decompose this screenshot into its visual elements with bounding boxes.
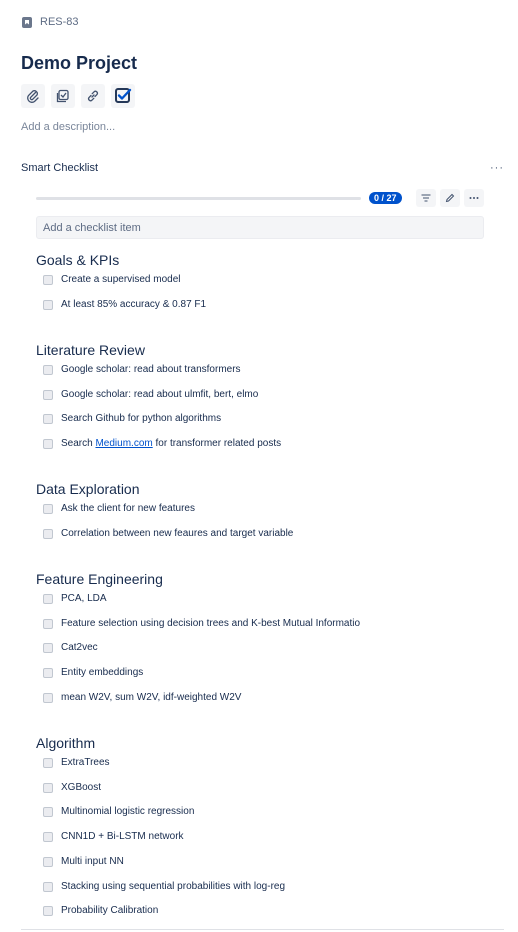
pencil-icon xyxy=(445,193,455,203)
item-label: Probability Calibration xyxy=(61,905,159,916)
item-label: Correlation between new feaures and targ… xyxy=(61,528,294,539)
checklist-section-header: Smart Checklist ··· xyxy=(21,162,504,174)
list-item: CNN1D + Bi-LSTM network xyxy=(43,831,184,842)
item-label: Feature selection using decision trees a… xyxy=(61,618,361,629)
item-label: XGBoost xyxy=(61,782,102,793)
filter-icon xyxy=(421,194,431,202)
list-item: Search Github for python algorithms xyxy=(43,413,221,424)
item-checkbox[interactable] xyxy=(43,667,53,678)
item-label: Google scholar: read about transformers xyxy=(61,364,241,375)
group-title-feature-engineering: Feature Engineering xyxy=(36,571,163,587)
attachment-icon xyxy=(27,90,39,103)
list-item: Entity embeddings xyxy=(43,667,143,678)
filter-button[interactable] xyxy=(416,189,436,207)
item-checkbox[interactable] xyxy=(43,692,53,703)
item-label: Search Medium.com for transformer relate… xyxy=(61,438,281,449)
item-label: Multi input NN xyxy=(61,856,124,867)
list-item: PCA, LDA xyxy=(43,593,107,604)
item-label: PCA, LDA xyxy=(61,593,107,604)
list-item: Multinomial logistic regression xyxy=(43,806,194,817)
item-label: mean W2V, sum W2V, idf-weighted W2V xyxy=(61,692,242,703)
list-item: Feature selection using decision trees a… xyxy=(43,618,360,629)
group-title-algorithm: Algorithm xyxy=(36,735,96,751)
item-checkbox[interactable] xyxy=(43,905,53,916)
item-checkbox[interactable] xyxy=(43,881,53,892)
item-checkbox[interactable] xyxy=(43,389,53,400)
checklist-progress-row: 0 / 27 xyxy=(36,189,486,208)
item-text-pre: Search xyxy=(61,438,96,449)
item-label: Create a supervised model xyxy=(61,274,181,285)
subtask-icon xyxy=(56,89,69,103)
item-checkbox[interactable] xyxy=(43,618,53,629)
divider xyxy=(21,929,504,930)
list-item: ExtraTrees xyxy=(43,757,110,768)
list-item: At least 85% accuracy & 0.87 F1 xyxy=(43,299,206,310)
bookmark-icon xyxy=(22,16,32,28)
group-title-literature: Literature Review xyxy=(36,342,145,358)
item-label: Entity embeddings xyxy=(61,667,144,678)
more-options-button[interactable] xyxy=(464,189,484,207)
add-subtask-button[interactable] xyxy=(51,84,75,108)
item-label: ExtraTrees xyxy=(61,757,110,768)
list-item: Search Medium.com for transformer relate… xyxy=(43,438,281,449)
item-checkbox[interactable] xyxy=(43,757,53,768)
more-horizontal-icon xyxy=(469,197,479,199)
list-item: XGBoost xyxy=(43,782,101,793)
item-checkbox[interactable] xyxy=(43,274,53,285)
group-title-data-exploration: Data Exploration xyxy=(36,481,140,497)
issue-key[interactable]: RES-83 xyxy=(22,16,79,28)
list-item: Google scholar: read about transformers xyxy=(43,364,241,375)
edit-button[interactable] xyxy=(440,189,460,207)
item-label: At least 85% accuracy & 0.87 F1 xyxy=(61,299,207,310)
item-label: Search Github for python algorithms xyxy=(61,413,222,424)
list-item: Multi input NN xyxy=(43,856,124,867)
link-icon xyxy=(87,90,99,102)
list-item: Cat2vec xyxy=(43,642,98,653)
list-item: mean W2V, sum W2V, idf-weighted W2V xyxy=(43,692,241,703)
item-checkbox[interactable] xyxy=(43,413,53,424)
add-checklist-item-input[interactable]: Add a checklist item xyxy=(36,216,484,239)
list-item: Probability Calibration xyxy=(43,905,158,916)
checklist-icon xyxy=(115,88,132,103)
group-title-goals: Goals & KPIs xyxy=(36,252,120,268)
issue-actions xyxy=(21,84,135,108)
list-item: Ask the client for new features xyxy=(43,503,195,514)
item-label: Ask the client for new features xyxy=(61,503,195,514)
item-label: Stacking using sequential probabilities … xyxy=(61,881,286,892)
smart-checklist-button[interactable] xyxy=(111,84,135,108)
list-item: Create a supervised model xyxy=(43,274,181,285)
item-label: Cat2vec xyxy=(61,642,98,653)
issue-key-label: RES-83 xyxy=(40,16,79,28)
item-checkbox[interactable] xyxy=(43,593,53,604)
item-checkbox[interactable] xyxy=(43,856,53,867)
list-item: Stacking using sequential probabilities … xyxy=(43,881,285,892)
progress-bar xyxy=(36,197,361,200)
section-title: Smart Checklist xyxy=(21,162,99,174)
attach-button[interactable] xyxy=(21,84,45,108)
item-checkbox[interactable] xyxy=(43,364,53,375)
item-checkbox[interactable] xyxy=(43,782,53,793)
link-issue-button[interactable] xyxy=(81,84,105,108)
item-checkbox[interactable] xyxy=(43,528,53,539)
item-label: Multinomial logistic regression xyxy=(61,806,195,817)
item-label: Google scholar: read about ulmfit, bert,… xyxy=(61,389,259,400)
item-checkbox[interactable] xyxy=(43,299,53,310)
item-text-post: for transformer related posts xyxy=(152,438,282,449)
list-item: Google scholar: read about ulmfit, bert,… xyxy=(43,389,258,400)
item-checkbox[interactable] xyxy=(43,642,53,653)
item-label: CNN1D + Bi-LSTM network xyxy=(61,831,184,842)
item-checkbox[interactable] xyxy=(43,806,53,817)
description-placeholder[interactable]: Add a description... xyxy=(21,121,115,133)
page-title[interactable]: Demo Project xyxy=(21,53,137,74)
medium-link[interactable]: Medium.com xyxy=(95,438,152,449)
list-item: Correlation between new feaures and targ… xyxy=(43,528,293,539)
item-checkbox[interactable] xyxy=(43,831,53,842)
section-more-button[interactable]: ··· xyxy=(490,162,504,174)
progress-badge: 0 / 27 xyxy=(369,192,402,204)
item-checkbox[interactable] xyxy=(43,503,53,514)
item-checkbox[interactable] xyxy=(43,438,53,449)
